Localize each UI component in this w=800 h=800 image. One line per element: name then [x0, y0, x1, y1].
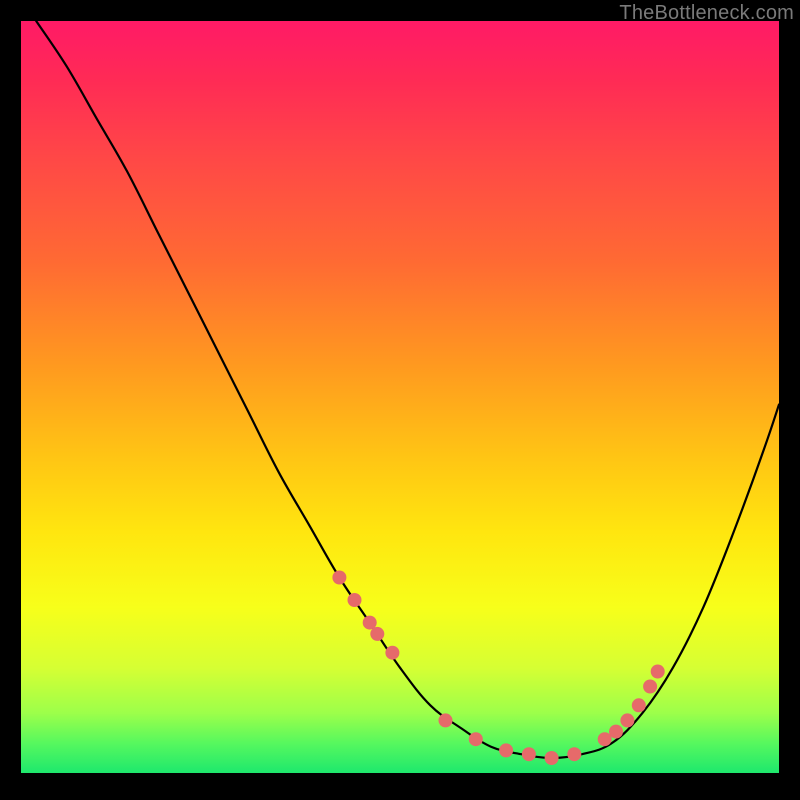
highlight-dot [609, 725, 623, 739]
curve-layer [21, 21, 779, 773]
highlight-dot [632, 698, 646, 712]
highlight-dot [522, 747, 536, 761]
highlight-dot [348, 593, 362, 607]
highlight-dot [385, 646, 399, 660]
highlight-dot [469, 732, 483, 746]
highlight-dot [332, 571, 346, 585]
highlight-dot [620, 713, 634, 727]
chart-container: TheBottleneck.com [0, 0, 800, 800]
highlight-dots-group [332, 571, 664, 766]
highlight-dot [651, 665, 665, 679]
highlight-dot [439, 713, 453, 727]
plot-area [21, 21, 779, 773]
highlight-dot [545, 751, 559, 765]
highlight-dot [499, 743, 513, 757]
bottleneck-curve-path [36, 21, 779, 758]
highlight-dot [643, 680, 657, 694]
highlight-dot [370, 627, 384, 641]
highlight-dot [567, 747, 581, 761]
